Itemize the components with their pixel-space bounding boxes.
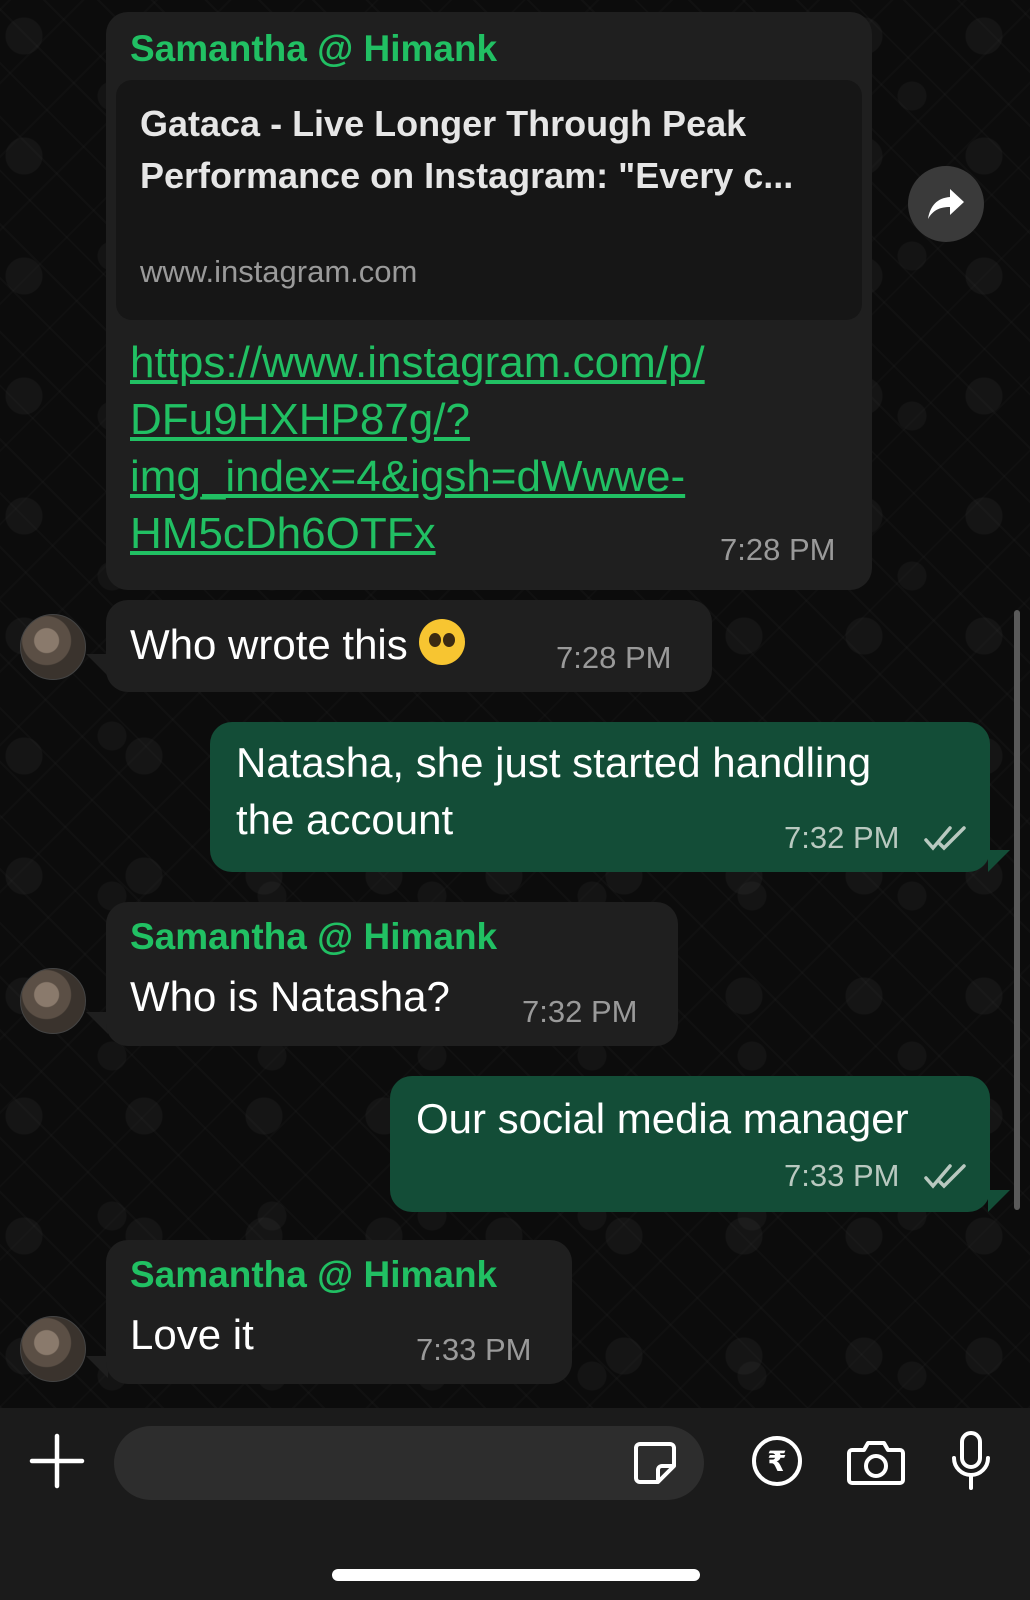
avatar[interactable] <box>20 968 86 1034</box>
message-timestamp: 7:32 PM <box>522 994 638 1029</box>
sender-name[interactable]: Samantha @ Himank <box>130 1254 497 1296</box>
avatar[interactable] <box>20 614 86 680</box>
message-bubble-incoming[interactable]: Who wrote this 7:28 PM <box>106 600 712 692</box>
bubble-tail <box>988 850 1010 872</box>
message-timestamp: 7:28 PM <box>720 532 836 567</box>
message-text-row: Who wrote this <box>130 616 466 673</box>
message-bubble-incoming[interactable]: Samantha @ Himank Love it 7:33 PM <box>106 1240 572 1384</box>
sender-name[interactable]: Samantha @ Himank <box>130 28 497 70</box>
chat-area[interactable]: Samantha @ Himank Gataca - Live Longer T… <box>0 0 1030 1408</box>
message-text: Natasha, she just started handling the a… <box>236 734 871 848</box>
scrollbar[interactable] <box>1014 610 1020 1210</box>
forward-icon <box>928 189 964 219</box>
message-input[interactable] <box>114 1426 704 1500</box>
message-timestamp: 7:33 PM <box>416 1332 532 1367</box>
message-text: Who is Natasha? <box>130 973 450 1020</box>
bubble-tail <box>86 1356 108 1378</box>
bubble-tail <box>988 1190 1010 1212</box>
microphone-icon[interactable] <box>950 1430 992 1492</box>
link-preview-title: Gataca - Live Longer Through Peak Perfor… <box>140 103 794 196</box>
link-line[interactable]: img_index=4&igsh=dWwwe- <box>130 448 830 505</box>
message-timestamp: 7:28 PM <box>556 640 672 675</box>
message-text: Love it <box>130 1311 254 1358</box>
rupee-payment-icon[interactable]: ₹ <box>752 1436 802 1486</box>
message-text-line: the account <box>236 796 454 843</box>
message-text: Our social media manager <box>416 1095 909 1142</box>
camera-icon[interactable] <box>846 1438 906 1486</box>
link-line[interactable]: DFu9HXHP87g/? <box>130 391 830 448</box>
plus-icon[interactable] <box>28 1432 86 1490</box>
sticker-icon[interactable] <box>632 1440 678 1486</box>
bubble-tail <box>86 1012 108 1034</box>
message-bubble-incoming[interactable]: Samantha @ Himank Who is Natasha? 7:32 P… <box>106 902 678 1046</box>
link-line[interactable]: https://www.instagram.com/p/ <box>130 334 830 391</box>
pleading-face-emoji-icon <box>419 619 466 665</box>
message-bubble-incoming[interactable]: Samantha @ Himank Gataca - Live Longer T… <box>106 12 872 590</box>
bubble-tail <box>86 654 108 676</box>
read-receipt-icon <box>924 826 966 851</box>
sender-name[interactable]: Samantha @ Himank <box>130 916 497 958</box>
link-preview-card[interactable]: Gataca - Live Longer Through Peak Perfor… <box>116 80 862 320</box>
message-bubble-outgoing[interactable]: Our social media manager 7:33 PM <box>390 1076 990 1212</box>
message-text-line: Natasha, she just started handling <box>236 739 872 786</box>
message-timestamp: 7:33 PM <box>784 1158 900 1193</box>
link-preview-domain: www.instagram.com <box>140 254 418 289</box>
message-text: Who wrote this <box>130 621 408 668</box>
message-timestamp: 7:32 PM <box>784 820 900 855</box>
avatar[interactable] <box>20 1316 86 1382</box>
forward-button[interactable] <box>908 166 984 242</box>
message-bubble-outgoing[interactable]: Natasha, she just started handling the a… <box>210 722 990 872</box>
home-indicator[interactable] <box>332 1569 700 1581</box>
read-receipt-icon <box>924 1164 966 1189</box>
message-link[interactable]: https://www.instagram.com/p/ DFu9HXHP87g… <box>130 334 830 562</box>
